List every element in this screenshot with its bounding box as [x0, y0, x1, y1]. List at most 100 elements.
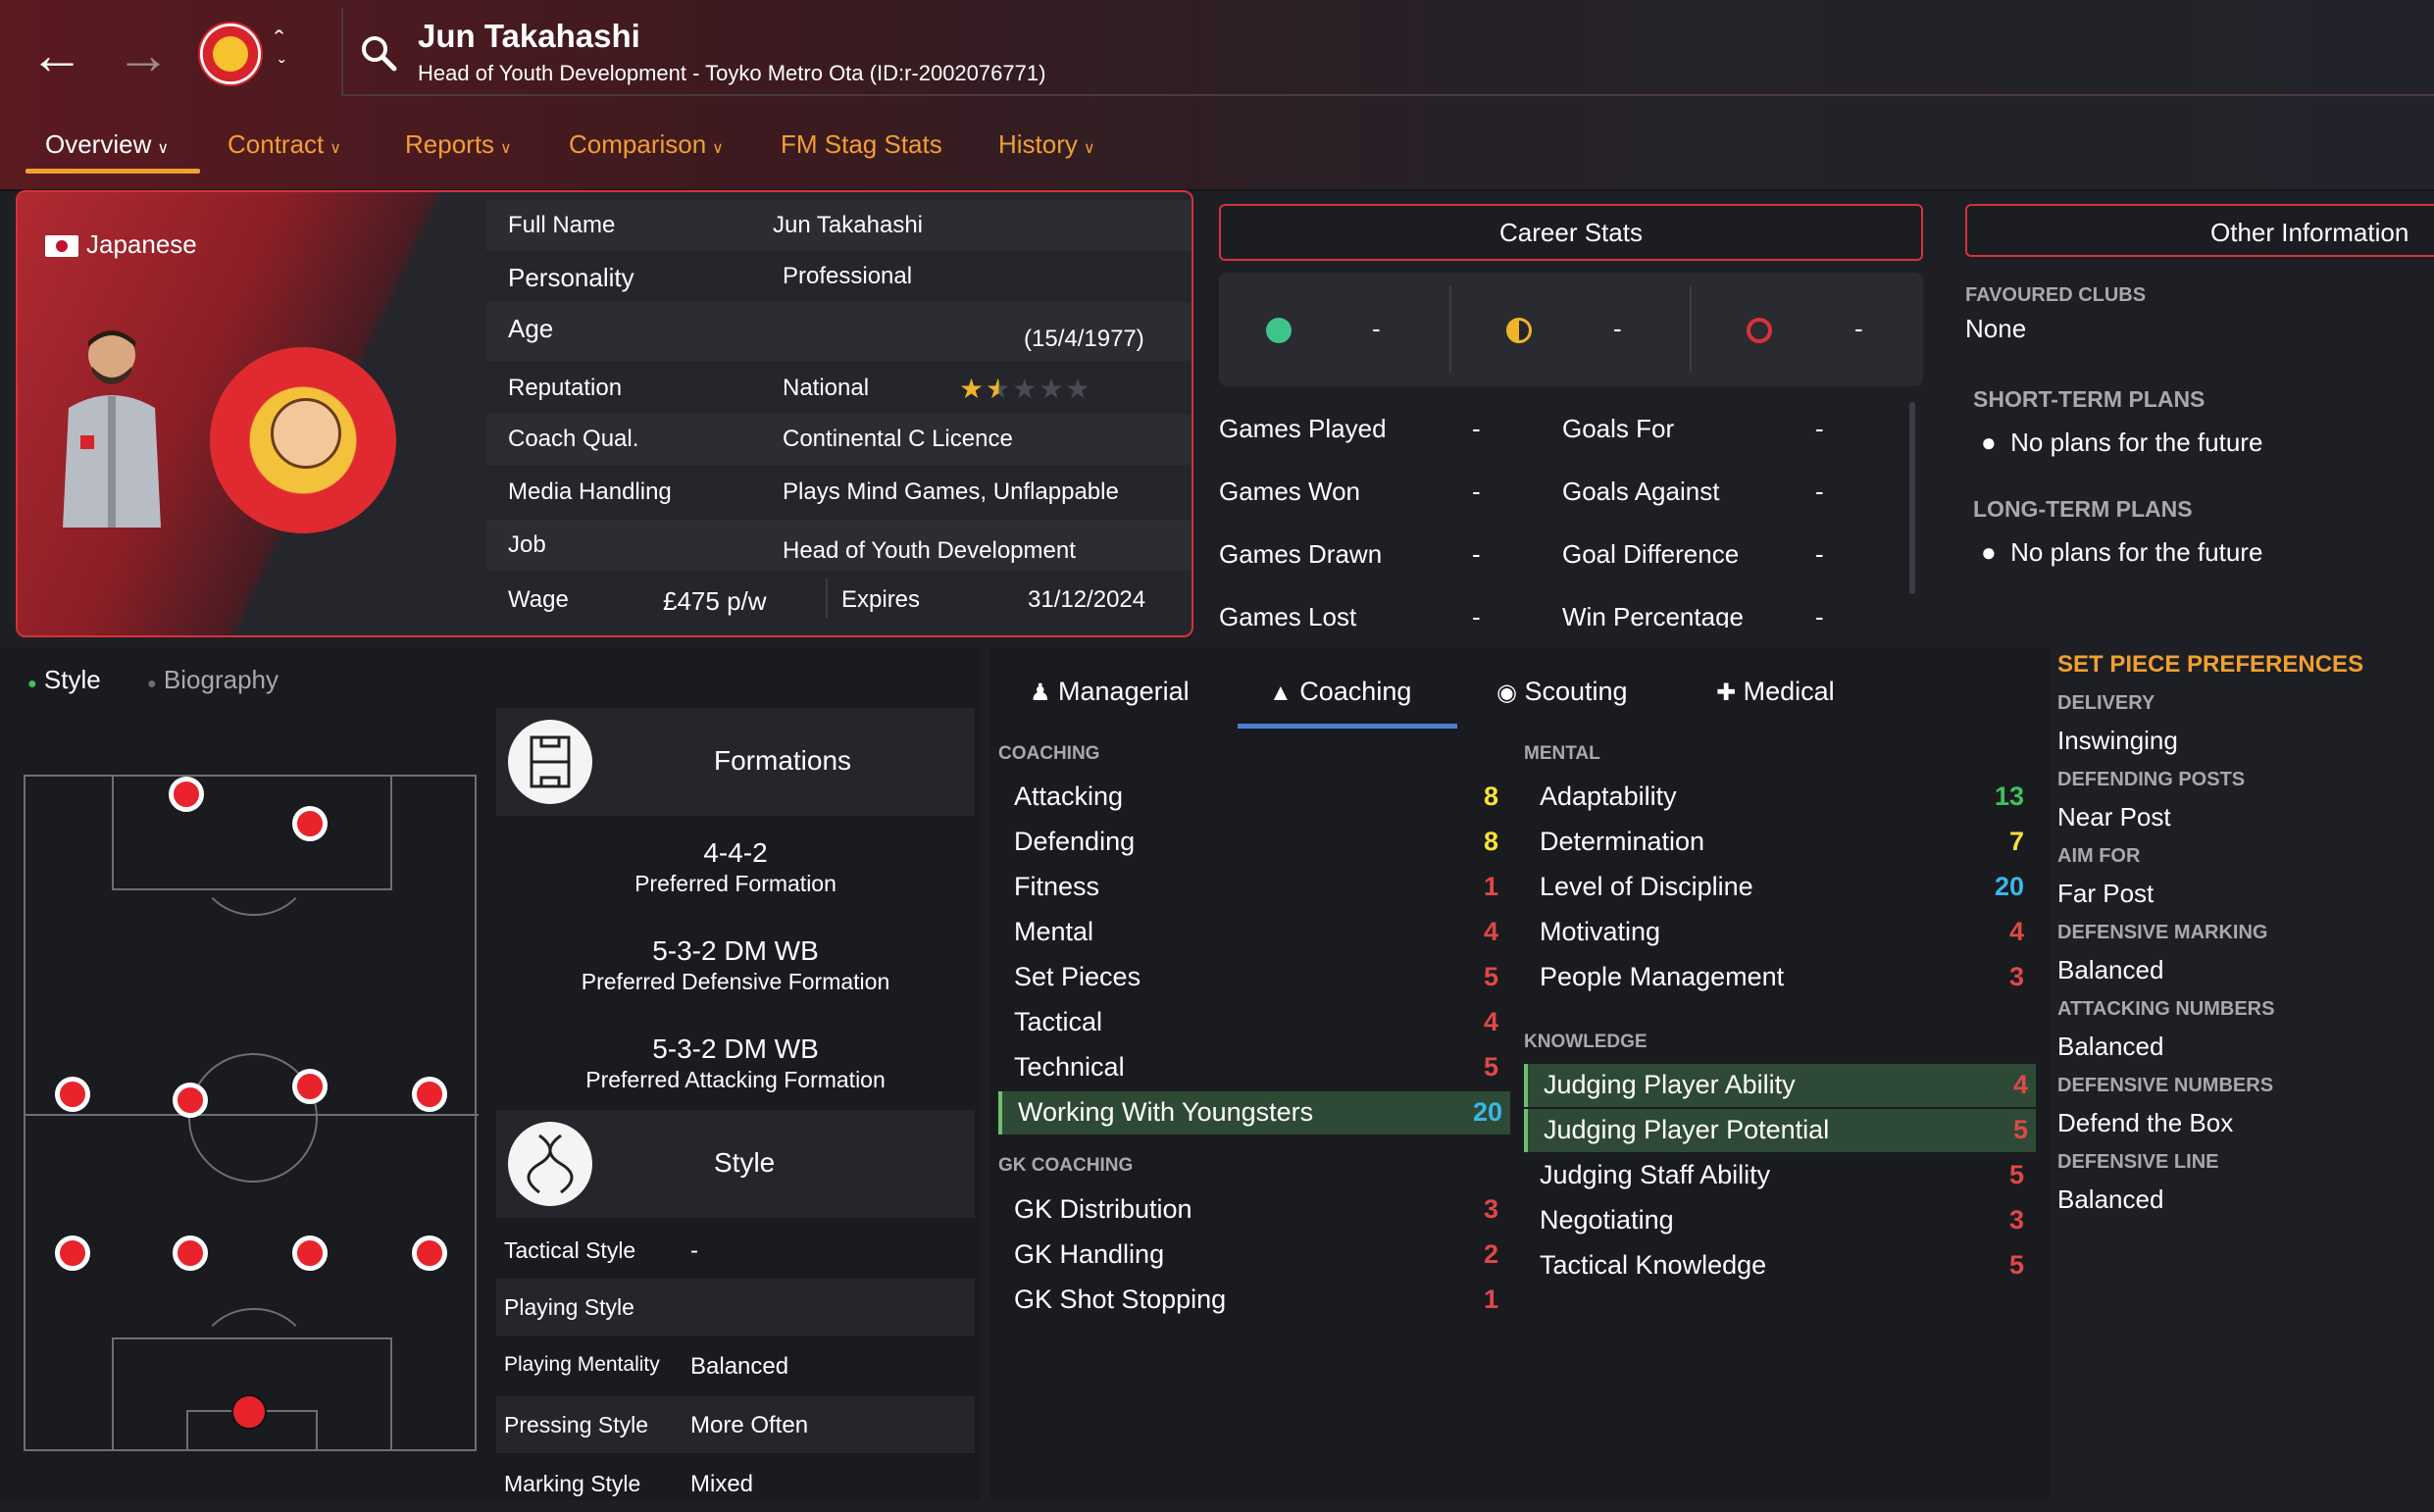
- attribute-value: 3: [2008, 962, 2024, 991]
- attribute-value: 2: [1483, 1239, 1498, 1269]
- subtab-biography[interactable]: ● Biography: [147, 665, 279, 695]
- attribute-value: 7: [2008, 827, 2024, 856]
- attribute-name: Determination: [1540, 827, 1705, 856]
- set-piece-label: AIM FOR: [2057, 845, 2141, 867]
- attribute-row[interactable]: Attacking 8: [998, 776, 1506, 819]
- row-coach-qual: Coach Qual. Continental C Licence: [486, 414, 1191, 465]
- attacking-formation: 5-3-2 DM WB: [652, 1033, 819, 1064]
- player-marker[interactable]: [292, 1069, 328, 1104]
- attribute-row[interactable]: People Management 3: [1524, 956, 2032, 999]
- staff-name: Jun Takahashi: [418, 18, 640, 54]
- attribute-row[interactable]: Judging Player Ability 4: [1524, 1064, 2036, 1107]
- row-age: Age (15/4/1977): [486, 302, 1191, 361]
- attribute-name: Negotiating: [1540, 1205, 1674, 1235]
- attribute-row[interactable]: Working With Youngsters 20: [998, 1091, 1510, 1134]
- attribute-value: 20: [1994, 872, 2024, 901]
- player-marker[interactable]: [173, 1083, 208, 1118]
- style-row: Marking Style Mixed: [504, 1471, 754, 1497]
- career-stats-header[interactable]: Career Stats: [1219, 204, 1923, 261]
- subtab-style[interactable]: ● Style: [27, 665, 101, 695]
- chevron-down-icon[interactable]: ˇ: [279, 55, 285, 82]
- career-summary-strip: - - -: [1219, 273, 1923, 386]
- attribute-value: 4: [1483, 917, 1498, 946]
- set-piece-value: Defend the Box: [2057, 1108, 2234, 1137]
- defensive-formation: 5-3-2 DM WB: [652, 935, 819, 966]
- attribute-row[interactable]: Negotiating 3: [1524, 1199, 2032, 1242]
- wins-value: -: [1372, 314, 1381, 343]
- player-marker[interactable]: [169, 777, 204, 812]
- tab-coaching[interactable]: ▲ Coaching: [1269, 677, 1411, 707]
- profile-card: Japanese Full Name Jun Takahashi Persona…: [16, 190, 1193, 637]
- attribute-row[interactable]: Fitness 1: [998, 866, 1506, 909]
- set-piece-value: Balanced: [2057, 955, 2164, 984]
- attribute-row[interactable]: GK Distribution 3: [998, 1188, 1506, 1232]
- attribute-value: 8: [1483, 781, 1498, 811]
- forward-arrow-icon[interactable]: →: [116, 27, 171, 82]
- back-arrow-icon[interactable]: ←: [29, 27, 84, 82]
- attribute-name: People Management: [1540, 962, 1785, 991]
- chevron-up-icon[interactable]: ˆ: [275, 27, 283, 55]
- player-marker[interactable]: [412, 1235, 447, 1271]
- player-marker[interactable]: [55, 1077, 90, 1112]
- tab-fm-stag-stats[interactable]: FM Stag Stats: [781, 129, 942, 160]
- draw-icon: [1506, 318, 1532, 343]
- goalkeeper-marker[interactable]: [231, 1394, 267, 1430]
- scrollbar[interactable]: [1909, 402, 1915, 594]
- attribute-row[interactable]: GK Handling 2: [998, 1234, 1506, 1277]
- row-job: Job Head of Youth Development: [486, 520, 1191, 571]
- tab-contract[interactable]: Contract ∨: [228, 129, 341, 160]
- tab-scouting[interactable]: ◉ Scouting: [1496, 677, 1628, 707]
- attribute-row[interactable]: Tactical Knowledge 5: [1524, 1244, 2032, 1287]
- attribute-row[interactable]: Technical 5: [998, 1046, 1506, 1089]
- attribute-value: 5: [2008, 1250, 2024, 1280]
- attribute-row[interactable]: Judging Player Potential 5: [1524, 1109, 2036, 1152]
- attribute-row[interactable]: Determination 7: [1524, 821, 2032, 864]
- search-icon[interactable]: [359, 33, 398, 73]
- tab-medical[interactable]: ✚ Medical: [1716, 677, 1835, 707]
- tab-overview[interactable]: Overview ∨: [45, 129, 169, 160]
- style-row: Tactical Style -: [504, 1237, 698, 1264]
- tab-managerial[interactable]: ♟ Managerial: [1030, 677, 1190, 707]
- attribute-row[interactable]: GK Shot Stopping 1: [998, 1279, 1506, 1322]
- tab-reports[interactable]: Reports ∨: [405, 129, 512, 160]
- attribute-value: 4: [2012, 1070, 2028, 1099]
- player-marker[interactable]: [412, 1077, 447, 1112]
- player-marker[interactable]: [173, 1235, 208, 1271]
- attribute-name: Defending: [1014, 827, 1136, 856]
- attribute-name: Judging Player Ability: [1544, 1070, 1796, 1099]
- attribute-row[interactable]: Judging Staff Ability 5: [1524, 1154, 2032, 1197]
- formations-header: Formations: [496, 708, 975, 816]
- player-marker[interactable]: [292, 806, 328, 841]
- defensive-formation-label: Preferred Defensive Formation: [581, 969, 890, 994]
- tab-comparison[interactable]: Comparison ∨: [569, 129, 724, 160]
- attribute-name: Adaptability: [1540, 781, 1677, 811]
- mental-heading: MENTAL: [1524, 743, 1600, 764]
- attribute-value: 1: [1483, 1285, 1498, 1314]
- attribute-row[interactable]: Adaptability 13: [1524, 776, 2032, 819]
- active-tab-indicator: [25, 169, 200, 174]
- draws-value: -: [1613, 314, 1622, 343]
- preferred-formation-label: Preferred Formation: [634, 871, 837, 896]
- attribute-row[interactable]: Defending 8: [998, 821, 1506, 864]
- player-marker[interactable]: [55, 1235, 90, 1271]
- attribute-row[interactable]: Level of Discipline 20: [1524, 866, 2032, 909]
- tab-history[interactable]: History ∨: [998, 129, 1095, 160]
- other-information-header[interactable]: Other Information: [1965, 204, 2434, 257]
- attribute-row[interactable]: Tactical 4: [998, 1001, 1506, 1044]
- attribute-name: Set Pieces: [1014, 962, 1141, 991]
- player-marker[interactable]: [292, 1235, 328, 1271]
- attribute-row[interactable]: Set Pieces 5: [998, 956, 1506, 999]
- preferred-formation: 4-4-2: [703, 837, 768, 868]
- attribute-row[interactable]: Mental 4: [998, 911, 1506, 954]
- nationality: Japanese: [86, 229, 197, 259]
- set-piece-value: Inswinging: [2057, 726, 2178, 755]
- favoured-clubs-value: None: [1965, 314, 2027, 343]
- staff-photo: [63, 330, 161, 528]
- attribute-value: 5: [1483, 1052, 1498, 1082]
- attribute-name: Judging Player Potential: [1544, 1115, 1830, 1144]
- attribute-name: Working With Youngsters: [1018, 1097, 1314, 1127]
- long-term-plans-label: LONG-TERM PLANS: [1973, 496, 2193, 522]
- attribute-row[interactable]: Motivating 4: [1524, 911, 2032, 954]
- club-badge-icon[interactable]: [198, 22, 263, 86]
- set-piece-label: DEFENSIVE LINE: [2057, 1151, 2219, 1173]
